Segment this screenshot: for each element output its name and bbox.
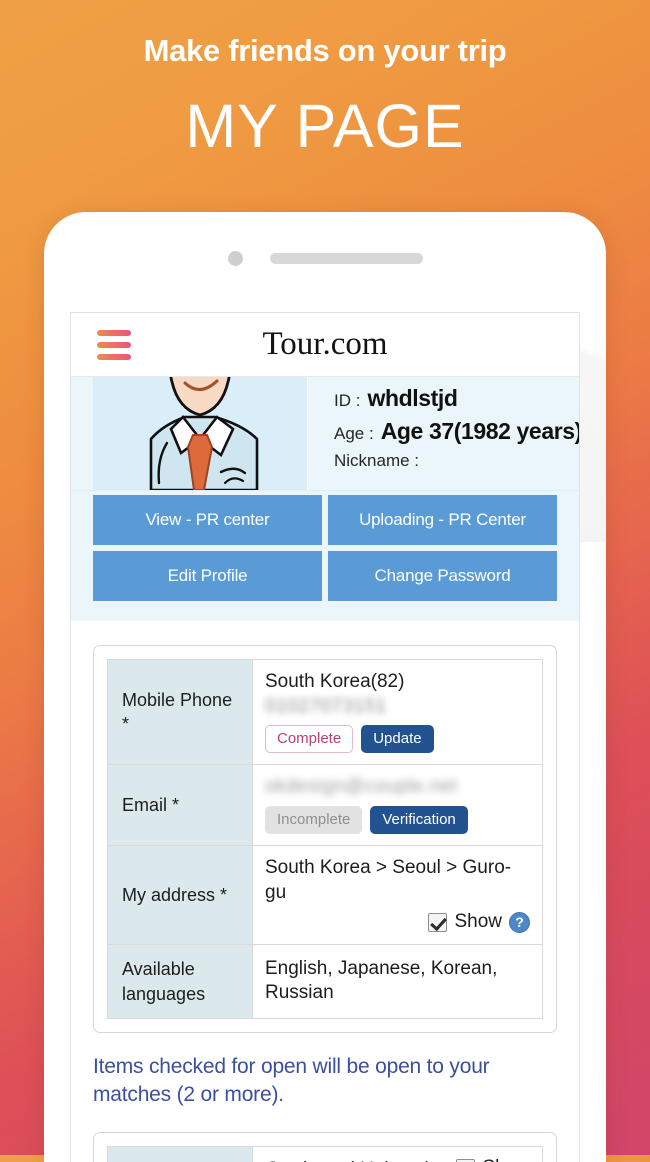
view-pr-center-button[interactable]: View - PR center	[93, 495, 322, 545]
row-label-my-address: My address *	[107, 845, 253, 946]
profile-field-label: Nickname :	[334, 451, 420, 470]
edit-profile-button[interactable]: Edit Profile	[93, 551, 322, 601]
info-card: Mobile Phone * South Korea(82) 010270731…	[93, 645, 557, 1034]
avatar-illustration-icon	[93, 377, 307, 490]
table-row: Education Graduated University Show Bach…	[107, 1146, 543, 1162]
info-table: Mobile Phone * South Korea(82) 010270731…	[107, 658, 543, 1020]
address-show-label: Show	[454, 911, 502, 933]
education-header: Graduated University Show	[265, 1157, 530, 1162]
row-label-education: Education	[107, 1146, 253, 1162]
profile-summary: ID : whdlstjd Age : Age 37(1982 years) N…	[71, 377, 579, 491]
profile-field-value: whdlstjd	[367, 385, 458, 411]
speaker-grille-icon	[269, 252, 423, 264]
mobile-phone-country: South Korea(82)	[265, 671, 405, 692]
profile-field-age: Age : Age 37(1982 years)	[334, 418, 580, 445]
row-label-available-languages: Available languages	[107, 944, 253, 1020]
profile-field-id: ID : whdlstjd	[334, 385, 579, 412]
status-badge-complete: Complete	[265, 725, 354, 754]
profile-field-value: Age 37(1982 years)	[380, 418, 580, 444]
brand-logo[interactable]: Tour.com	[71, 326, 579, 363]
update-button[interactable]: Update	[361, 725, 434, 754]
my-address-value: South Korea > Seoul > Guro-gu	[265, 857, 512, 903]
address-show-checkbox[interactable]	[428, 912, 448, 932]
verification-button[interactable]: Verification	[370, 806, 468, 835]
row-value-email: okdesign@couple.net Incomplete Verificat…	[252, 764, 543, 847]
page-title: MY PAGE	[185, 92, 465, 161]
phone-screen: Tour.com ID: whdlstjd Age: Age 37(1982…	[70, 312, 580, 1162]
hamburger-bar	[97, 329, 131, 336]
email-chips: Incomplete Verification	[265, 806, 530, 835]
education-show-label: Show	[482, 1157, 530, 1162]
phone-top-bezel	[44, 212, 606, 304]
hero-banner: Make friends on your trip MY PAGE	[0, 0, 650, 158]
open-items-notice: Items checked for open will be open to y…	[93, 1055, 490, 1106]
row-label-email: Email *	[107, 764, 253, 847]
hamburger-bar	[97, 353, 131, 360]
address-show-row: Show ?	[265, 911, 530, 933]
education-line-1: Graduated University	[265, 1157, 443, 1162]
row-value-mobile-phone: South Korea(82) 01027073151 Complete Upd…	[252, 658, 543, 766]
action-row: View - PR center Uploading - PR Center	[93, 495, 557, 545]
education-show-row: Show	[456, 1157, 530, 1162]
profile-field-label: ID :	[334, 391, 361, 410]
action-row: Edit Profile Change Password	[93, 551, 557, 601]
available-languages-value: English, Japanese, Korean, Russian	[265, 957, 498, 1004]
row-value-education: Graduated University Show Bachelor's Deg…	[252, 1146, 543, 1162]
camera-dot-icon	[227, 250, 243, 266]
change-password-button[interactable]: Change Password	[328, 551, 557, 601]
table-row: Available languages English, Japanese, K…	[107, 944, 543, 1020]
row-label-mobile-phone: Mobile Phone *	[107, 658, 253, 766]
table-row: Email * okdesign@couple.net Incomplete V…	[107, 764, 543, 847]
mobile-phone-chips: Complete Update	[265, 725, 530, 754]
email-address-masked: okdesign@couple.net	[265, 776, 458, 798]
status-badge-incomplete: Incomplete	[265, 806, 363, 835]
table-row: Mobile Phone * South Korea(82) 010270731…	[107, 658, 543, 766]
uploading-pr-center-button[interactable]: Uploading - PR Center	[328, 495, 557, 545]
hamburger-bar	[97, 341, 131, 348]
mobile-phone-number-masked: 01027073151	[265, 695, 387, 717]
avatar	[93, 377, 307, 490]
phone-mockup: Tour.com ID: whdlstjd Age: Age 37(1982…	[44, 212, 606, 1162]
profile-field-label: Age :	[334, 424, 374, 443]
education-table: Education Graduated University Show Bach…	[107, 1146, 543, 1162]
profile-actions: View - PR center Uploading - PR Center E…	[71, 491, 579, 621]
mobile-phone-value: South Korea(82) 01027073151	[265, 670, 530, 719]
hero-subtitle: Make friends on your trip	[143, 33, 507, 68]
education-card: Education Graduated University Show Bach…	[93, 1132, 557, 1162]
hamburger-menu-icon[interactable]	[97, 329, 131, 360]
profile-field-nickname: Nickname :	[334, 451, 579, 471]
question-mark-icon[interactable]: ?	[509, 911, 530, 933]
row-value-my-address: South Korea > Seoul > Guro-gu Show ?	[252, 845, 543, 946]
email-value: okdesign@couple.net	[265, 775, 530, 800]
profile-fields: ID : whdlstjd Age : Age 37(1982 years) N…	[307, 377, 580, 490]
site-header: Tour.com	[71, 313, 579, 377]
row-value-available-languages: English, Japanese, Korean, Russian	[252, 944, 543, 1020]
table-row: My address * South Korea > Seoul > Guro-…	[107, 845, 543, 946]
